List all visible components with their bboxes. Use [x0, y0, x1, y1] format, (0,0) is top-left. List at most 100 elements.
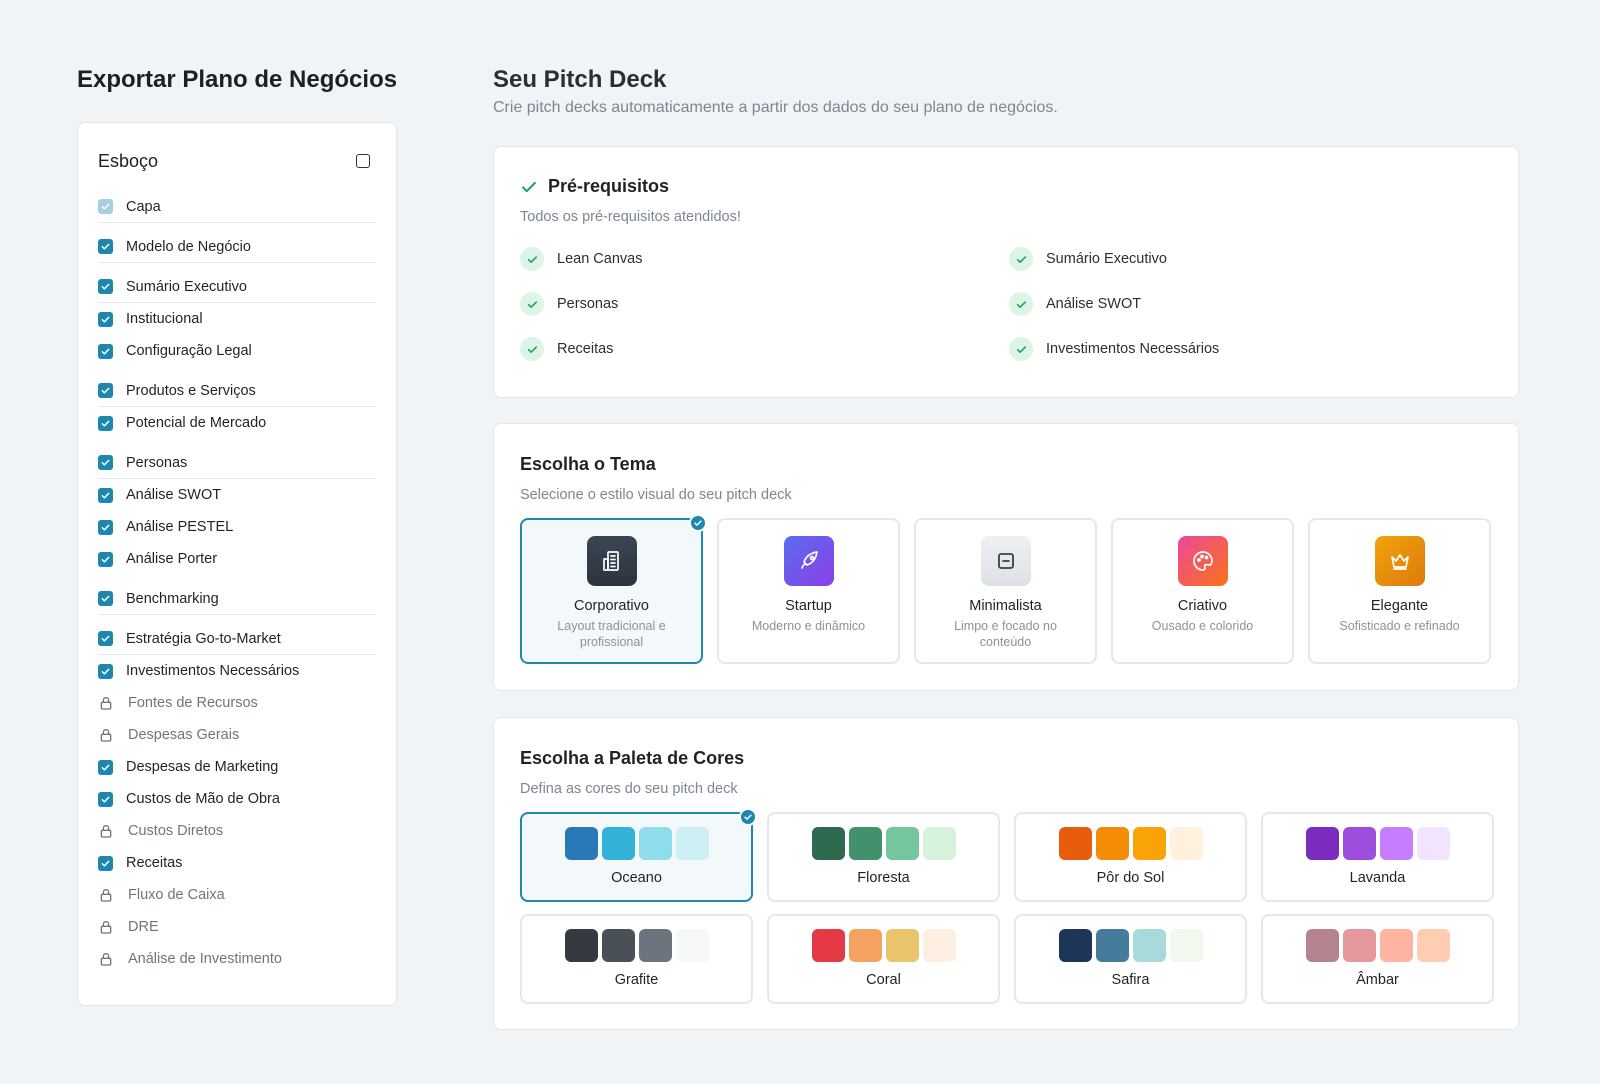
- lock-icon: [98, 695, 114, 711]
- outline-checkbox[interactable]: [98, 663, 113, 679]
- theme-name: Startup: [785, 598, 832, 614]
- palette-option[interactable]: Safira: [1014, 914, 1247, 1004]
- outline-item-label: Sumário Executivo: [126, 278, 247, 295]
- theme-option-criativo[interactable]: Criativo Ousado e colorido: [1111, 518, 1294, 664]
- outline-checkbox[interactable]: [98, 759, 113, 775]
- theme-option-minimalista[interactable]: Minimalista Limpo e focado no conteúdo: [914, 518, 1097, 664]
- palette-option[interactable]: Oceano: [520, 808, 757, 902]
- color-swatch: [1169, 827, 1203, 860]
- outline-item-label: Análise de Investimento: [128, 951, 282, 967]
- outline-checkbox[interactable]: [98, 279, 113, 294]
- outline-item[interactable]: Custos Diretos: [98, 815, 376, 847]
- outline-item[interactable]: Institucional: [98, 303, 376, 335]
- outline-item[interactable]: DRE: [98, 911, 376, 943]
- palette-option[interactable]: Lavanda: [1261, 812, 1494, 902]
- rocket-icon: [783, 536, 834, 586]
- outline-item[interactable]: Investimentos Necessários: [98, 655, 376, 687]
- theme-description: Sofisticado e refinado: [1339, 619, 1460, 633]
- outline-item[interactable]: Capa: [98, 183, 376, 223]
- outline-item[interactable]: Sumário Executivo: [98, 263, 376, 303]
- palette-option[interactable]: Pôr do Sol: [1014, 812, 1247, 902]
- outline-item-label: Receitas: [126, 855, 183, 871]
- minus-square-icon: [980, 536, 1031, 586]
- outline-item[interactable]: Produtos e Serviços: [98, 367, 376, 407]
- outline-checkbox[interactable]: [98, 455, 113, 470]
- outline-item[interactable]: Potencial de Mercado: [98, 407, 376, 439]
- outline-item-label: Estratégia Go-to-Market: [126, 630, 281, 647]
- color-swatch: [1132, 827, 1166, 860]
- outline-checkbox[interactable]: [98, 487, 113, 503]
- prerequisite-item: Lean Canvas: [520, 247, 1009, 271]
- outline-item-label: Benchmarking: [126, 590, 219, 607]
- outline-item-label: Potencial de Mercado: [126, 415, 267, 431]
- outline-list: Capa Modelo de Negócio Sumário Executivo In…: [98, 183, 376, 975]
- palette-option[interactable]: Âmbar: [1261, 914, 1494, 1004]
- theme-option-elegante[interactable]: Elegante Sofisticado e refinado: [1308, 518, 1491, 664]
- outline-item[interactable]: Benchmarking: [98, 575, 376, 615]
- outline-item[interactable]: Configuração Legal: [98, 335, 376, 367]
- theme-description: Ousado e colorido: [1151, 619, 1254, 633]
- outline-item[interactable]: Despesas Gerais: [98, 719, 376, 751]
- palette-option[interactable]: Coral: [767, 914, 1000, 1004]
- outline-item-label: Configuração Legal: [126, 343, 252, 359]
- palette-name: Grafite: [614, 972, 659, 988]
- prerequisite-label: Análise SWOT: [1046, 296, 1142, 312]
- outline-checkbox[interactable]: [98, 239, 113, 254]
- outline-item-label: Análise SWOT: [126, 487, 222, 503]
- outline-item[interactable]: Análise de Investimento: [98, 943, 376, 975]
- prerequisites-title: Pré-requisitos: [548, 176, 670, 196]
- outline-item[interactable]: Despesas de Marketing: [98, 751, 376, 783]
- outline-item-label: Análise Porter: [126, 551, 218, 567]
- theme-name: Minimalista: [969, 598, 1042, 614]
- outline-item[interactable]: Fluxo de Caixa: [98, 879, 376, 911]
- outline-checkbox[interactable]: [98, 631, 113, 646]
- palette-option[interactable]: Grafite: [520, 914, 753, 1004]
- prerequisite-item: Personas: [520, 292, 1009, 316]
- outline-item[interactable]: Análise Porter: [98, 543, 376, 575]
- outline-panel: Esboço Capa Modelo de Negócio Sumário Exec…: [77, 122, 397, 1006]
- outline-item[interactable]: Fontes de Recursos: [98, 687, 376, 719]
- outline-item[interactable]: Receitas: [98, 847, 376, 879]
- outline-checkbox[interactable]: [98, 415, 113, 431]
- color-swatch: [1132, 929, 1166, 962]
- lock-icon: [98, 951, 114, 967]
- color-swatch: [848, 929, 882, 962]
- selected-check-icon: [689, 514, 707, 532]
- prerequisites-list: Lean Canvas Sumário Executivo Personas Anál…: [520, 247, 1470, 361]
- outline-checkbox[interactable]: [98, 791, 113, 807]
- outline-checkbox[interactable]: [98, 551, 113, 567]
- outline-item[interactable]: Estratégia Go-to-Market: [98, 615, 376, 655]
- color-swatch: [1095, 929, 1129, 962]
- color-swatches: [1016, 929, 1245, 962]
- page-subtitle: Crie pitch decks automaticamente a parti…: [493, 99, 1058, 116]
- outline-item[interactable]: Personas: [98, 439, 376, 479]
- theme-option-startup[interactable]: Startup Moderno e dinâmico: [717, 518, 900, 664]
- outline-checkbox[interactable]: [98, 855, 113, 871]
- palette-card: Escolha a Paleta de Cores Defina as core…: [493, 717, 1519, 1030]
- outline-checkbox[interactable]: [98, 199, 113, 214]
- outline-item[interactable]: Análise PESTEL: [98, 511, 376, 543]
- color-swatch: [638, 929, 672, 962]
- color-swatch: [885, 929, 919, 962]
- outline-checkbox[interactable]: [98, 591, 113, 606]
- outline-item[interactable]: Análise SWOT: [98, 479, 376, 511]
- palette-option[interactable]: Floresta: [767, 812, 1000, 902]
- prerequisite-label: Lean Canvas: [557, 251, 643, 267]
- color-swatch: [1379, 929, 1413, 962]
- outline-item-label: Personas: [126, 454, 188, 471]
- theme-card: Escolha o Tema Selecione o estilo visual…: [493, 423, 1519, 691]
- outline-checkbox[interactable]: [98, 383, 113, 398]
- outline-header: Esboço: [98, 147, 370, 175]
- outline-checkbox[interactable]: [98, 311, 113, 327]
- color-swatch: [564, 827, 598, 860]
- outline-checkbox[interactable]: [98, 519, 113, 535]
- outline-checkbox[interactable]: [98, 343, 113, 359]
- color-swatch: [1379, 827, 1413, 860]
- outline-item-label: Modelo de Negócio: [126, 238, 251, 255]
- check-icon: [1009, 337, 1033, 361]
- outline-item[interactable]: Custos de Mão de Obra: [98, 783, 376, 815]
- theme-option-corporativo[interactable]: Corporativo Layout tradicional e profissi…: [520, 514, 707, 664]
- check-icon: [1009, 292, 1033, 316]
- select-all-checkbox[interactable]: [356, 154, 370, 168]
- outline-item[interactable]: Modelo de Negócio: [98, 223, 376, 263]
